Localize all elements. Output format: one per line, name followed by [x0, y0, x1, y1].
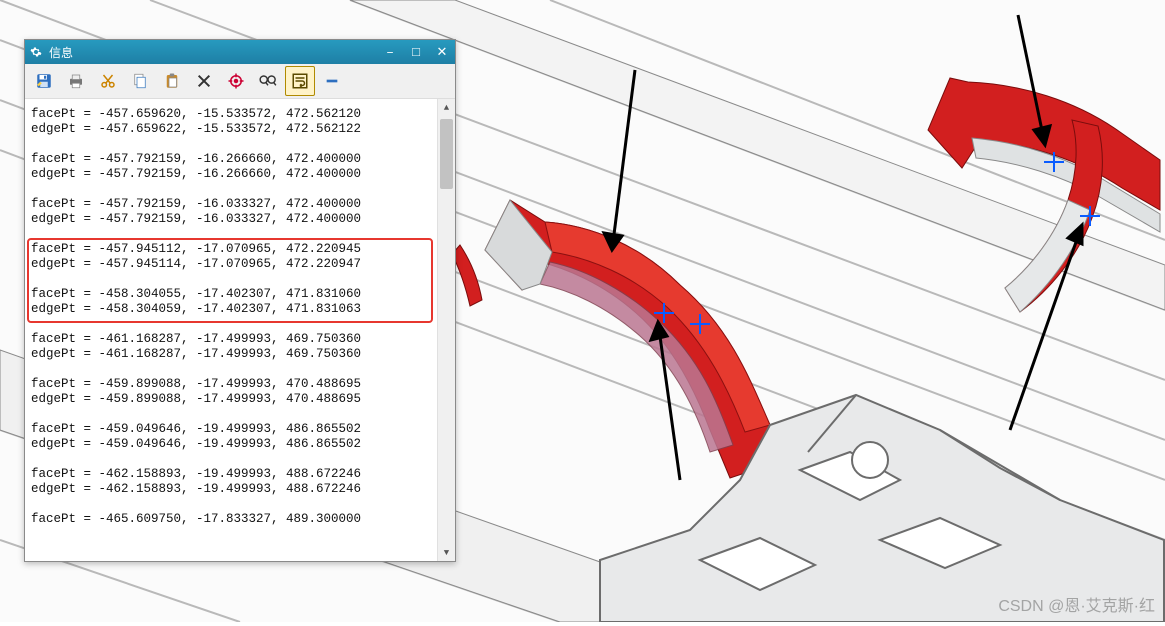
wrap-icon[interactable]	[285, 66, 315, 96]
maximize-button[interactable]: □	[403, 41, 429, 63]
gear-icon	[29, 45, 43, 59]
watermark: CSDN @恩·艾克斯·红	[998, 592, 1155, 616]
minus-icon[interactable]	[317, 66, 347, 96]
toolbar	[25, 64, 455, 99]
find-icon[interactable]	[253, 66, 283, 96]
info-window: 信息 – □ ✕ facePt = -457.659620, -15.53357…	[24, 39, 456, 562]
minimize-button[interactable]: –	[377, 41, 403, 63]
log-output[interactable]: facePt = -457.659620, -15.533572, 472.56…	[25, 99, 455, 561]
titlebar[interactable]: 信息 – □ ✕	[25, 40, 455, 64]
print-icon[interactable]	[61, 66, 91, 96]
close-button[interactable]: ✕	[429, 41, 455, 63]
scroll-up-button[interactable]: ▲	[438, 99, 455, 116]
scroll-down-button[interactable]: ▼	[438, 544, 455, 561]
save-icon[interactable]	[29, 66, 59, 96]
target-icon[interactable]	[221, 66, 251, 96]
copy-icon[interactable]	[125, 66, 155, 96]
delete-icon[interactable]	[189, 66, 219, 96]
paste-icon[interactable]	[157, 66, 187, 96]
cut-icon[interactable]	[93, 66, 123, 96]
window-title: 信息	[49, 44, 73, 61]
vertical-scrollbar[interactable]: ▲ ▼	[437, 99, 455, 561]
scroll-thumb[interactable]	[440, 119, 453, 189]
